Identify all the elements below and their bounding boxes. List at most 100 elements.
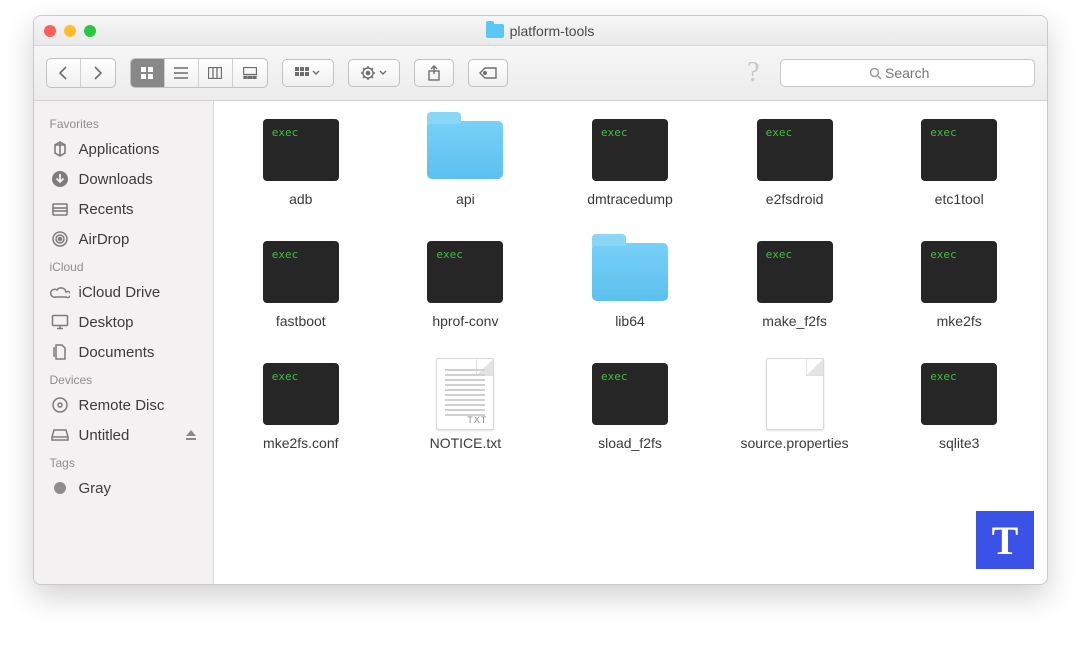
sidebar-item-label: Desktop bbox=[79, 314, 134, 331]
file-grid: adb api dmtracedump e2fsdroid etc1tool fastbo… bbox=[214, 101, 1047, 584]
action-menu-button[interactable] bbox=[348, 59, 400, 87]
forward-button[interactable] bbox=[81, 59, 115, 87]
desktop-icon bbox=[50, 312, 70, 332]
file-item[interactable]: source.properties bbox=[717, 363, 872, 451]
file-item[interactable]: mke2fs.conf bbox=[224, 363, 379, 451]
file-item[interactable]: mke2fs bbox=[882, 241, 1037, 329]
list-view-button[interactable] bbox=[165, 59, 199, 87]
file-name: hprof-conv bbox=[432, 313, 498, 329]
search-input[interactable] bbox=[885, 65, 945, 81]
fullscreen-window-button[interactable] bbox=[84, 25, 96, 37]
sidebar-item-applications[interactable]: Applications bbox=[34, 134, 213, 164]
exec-icon bbox=[263, 119, 339, 181]
minimize-window-button[interactable] bbox=[64, 25, 76, 37]
file-name: mke2fs bbox=[937, 313, 982, 329]
sidebar-item-untitled[interactable]: Untitled bbox=[34, 420, 213, 450]
window-title-text: platform-tools bbox=[510, 23, 595, 39]
sidebar-item-label: AirDrop bbox=[79, 231, 130, 248]
exec-icon bbox=[921, 363, 997, 425]
gallery-view-button[interactable] bbox=[233, 59, 267, 87]
downloads-icon bbox=[50, 169, 70, 189]
sidebar-item-gray[interactable]: Gray bbox=[34, 473, 213, 503]
exec-icon bbox=[263, 363, 339, 425]
generic-file-icon bbox=[757, 363, 833, 425]
sidebar-item-documents[interactable]: Documents bbox=[34, 337, 213, 367]
sidebar-item-downloads[interactable]: Downloads bbox=[34, 164, 213, 194]
nav-buttons bbox=[46, 58, 116, 88]
search-field[interactable] bbox=[780, 59, 1035, 87]
file-item[interactable]: dmtracedump bbox=[553, 119, 708, 207]
file-name: NOTICE.txt bbox=[430, 435, 502, 451]
folder-icon bbox=[592, 241, 668, 303]
sidebar-section-header: Favorites bbox=[34, 111, 213, 134]
file-name: e2fsdroid bbox=[766, 191, 824, 207]
sidebar-item-label: Downloads bbox=[79, 171, 153, 188]
file-name: adb bbox=[289, 191, 312, 207]
file-item[interactable]: lib64 bbox=[553, 241, 708, 329]
file-name: source.properties bbox=[741, 435, 849, 451]
tags-button[interactable] bbox=[468, 59, 508, 87]
applications-icon bbox=[50, 139, 70, 159]
cloud-icon bbox=[50, 282, 70, 302]
watermark-text: T bbox=[992, 517, 1019, 564]
exec-icon bbox=[921, 119, 997, 181]
watermark: T bbox=[976, 511, 1034, 569]
sidebar-section-header: Tags bbox=[34, 450, 213, 473]
help-icon[interactable]: ? bbox=[747, 57, 759, 89]
disc-icon bbox=[50, 395, 70, 415]
traffic-lights bbox=[44, 25, 96, 37]
sidebar-section-header: iCloud bbox=[34, 254, 213, 277]
folder-icon bbox=[486, 24, 504, 38]
toolbar: ? bbox=[34, 46, 1047, 101]
sidebar-item-label: iCloud Drive bbox=[79, 284, 161, 301]
file-item[interactable]: make_f2fs bbox=[717, 241, 872, 329]
sidebar-item-icloud-drive[interactable]: iCloud Drive bbox=[34, 277, 213, 307]
window-title: platform-tools bbox=[34, 23, 1047, 39]
exec-icon bbox=[757, 119, 833, 181]
file-item[interactable]: sload_f2fs bbox=[553, 363, 708, 451]
close-window-button[interactable] bbox=[44, 25, 56, 37]
file-name: make_f2fs bbox=[762, 313, 827, 329]
file-item[interactable]: adb bbox=[224, 119, 379, 207]
file-item[interactable]: e2fsdroid bbox=[717, 119, 872, 207]
sidebar: FavoritesApplications Downloads Recents Air… bbox=[34, 101, 214, 584]
exec-icon bbox=[263, 241, 339, 303]
sidebar-item-label: Recents bbox=[79, 201, 134, 218]
documents-icon bbox=[50, 342, 70, 362]
exec-icon bbox=[757, 241, 833, 303]
sidebar-item-label: Untitled bbox=[79, 427, 130, 444]
file-name: api bbox=[456, 191, 475, 207]
file-item[interactable]: sqlite3 bbox=[882, 363, 1037, 451]
file-item[interactable]: api bbox=[388, 119, 543, 207]
sidebar-item-remote-disc[interactable]: Remote Disc bbox=[34, 390, 213, 420]
icon-view-button[interactable] bbox=[131, 59, 165, 87]
file-name: etc1tool bbox=[935, 191, 984, 207]
share-button[interactable] bbox=[414, 59, 454, 87]
file-item[interactable]: fastboot bbox=[224, 241, 379, 329]
file-name: sload_f2fs bbox=[598, 435, 662, 451]
eject-icon[interactable] bbox=[185, 429, 197, 441]
sidebar-item-recents[interactable]: Recents bbox=[34, 194, 213, 224]
airdrop-icon bbox=[50, 229, 70, 249]
exec-icon bbox=[592, 363, 668, 425]
sidebar-section-header: Devices bbox=[34, 367, 213, 390]
file-name: lib64 bbox=[615, 313, 645, 329]
sidebar-item-label: Remote Disc bbox=[79, 397, 165, 414]
file-item[interactable]: hprof-conv bbox=[388, 241, 543, 329]
exec-icon bbox=[427, 241, 503, 303]
file-item[interactable]: etc1tool bbox=[882, 119, 1037, 207]
column-view-button[interactable] bbox=[199, 59, 233, 87]
view-buttons bbox=[130, 58, 268, 88]
exec-icon bbox=[592, 119, 668, 181]
recents-icon bbox=[50, 199, 70, 219]
group-by-button[interactable] bbox=[282, 59, 334, 87]
exec-icon bbox=[921, 241, 997, 303]
sidebar-item-desktop[interactable]: Desktop bbox=[34, 307, 213, 337]
drive-icon bbox=[50, 425, 70, 445]
sidebar-item-airdrop[interactable]: AirDrop bbox=[34, 224, 213, 254]
back-button[interactable] bbox=[47, 59, 81, 87]
file-item[interactable]: TXTNOTICE.txt bbox=[388, 363, 543, 451]
folder-icon bbox=[427, 119, 503, 181]
search-icon bbox=[869, 67, 882, 80]
sidebar-item-label: Documents bbox=[79, 344, 155, 361]
